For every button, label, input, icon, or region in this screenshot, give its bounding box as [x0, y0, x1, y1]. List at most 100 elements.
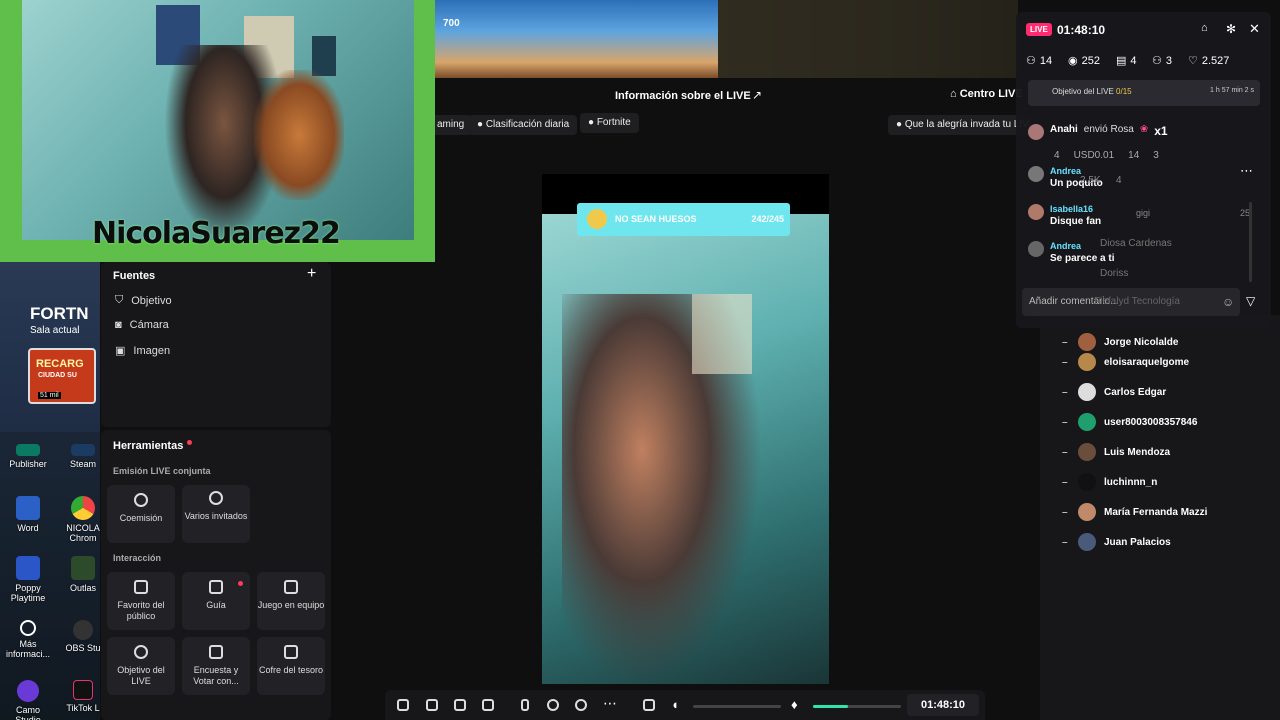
desktop-icon-poppy[interactable]: Poppy Playtime — [3, 556, 53, 603]
gift-stats: 4 USD0.01 14 3 — [1054, 150, 1159, 161]
tool-label: Varios invitados — [184, 511, 248, 521]
live-center-link[interactable]: ⌂ Centro LIVE — [950, 88, 1023, 100]
target-icon — [134, 645, 148, 659]
viewer-item[interactable]: – María Fernanda Mazzi — [1062, 503, 1207, 521]
desktop-icon-word[interactable]: Word — [3, 496, 53, 533]
dash: – — [1062, 336, 1068, 348]
viewer-item[interactable]: – eloisaraquelgome — [1062, 353, 1189, 371]
volume-slider[interactable] — [693, 705, 781, 708]
dash: – — [1062, 416, 1068, 428]
desktop-icon-more-info[interactable]: Más informaci... — [3, 620, 53, 659]
record-icon[interactable] — [547, 699, 559, 711]
source-item-imagen[interactable]: ▣ Imagen — [115, 344, 171, 358]
desktop-icon-label: Steam — [69, 459, 96, 469]
link-icon — [134, 493, 148, 507]
viewer-item[interactable]: – luchinnn_n — [1062, 473, 1157, 491]
mic-slider[interactable] — [813, 705, 901, 708]
share-icon[interactable]: ↗ — [752, 88, 762, 102]
viewer-item[interactable]: – Juan Palacios — [1062, 533, 1171, 551]
effects-icon[interactable] — [482, 699, 494, 711]
goal-label-text: Objetivo del LIVE — [1052, 87, 1114, 96]
heart-icon: ♡ — [1188, 55, 1198, 67]
more-options-icon[interactable]: ⋯ — [1240, 163, 1253, 179]
viewer-name: Carlos Edgar — [1104, 386, 1167, 398]
ai-icon[interactable] — [454, 699, 466, 711]
fortnite-room-card[interactable]: RECARG CIUDAD SU 51 mil — [28, 348, 96, 404]
tool-encuesta[interactable]: Encuesta y Votar con... — [182, 637, 250, 695]
screen-icon[interactable] — [426, 699, 438, 711]
gift-stat-users: 14 — [1128, 150, 1140, 161]
filter-icon[interactable]: ▽ — [1246, 294, 1255, 308]
avatar — [1078, 353, 1096, 371]
stat-gifts: ▤ 4 — [1116, 54, 1137, 68]
bottom-toolbar: ⋯ ◖ ♦ 01:48:10 — [385, 690, 985, 720]
users-icon: ⚇ — [1026, 55, 1036, 67]
avatar — [1078, 443, 1096, 461]
tool-coemision[interactable]: Coemisión — [107, 485, 175, 543]
phone-icon[interactable] — [521, 699, 529, 711]
team-icon — [284, 580, 298, 594]
more-icon[interactable]: ⋯ — [603, 695, 617, 712]
fortnite-subtitle: Sala actual — [30, 325, 80, 336]
camo-icon — [17, 680, 39, 702]
webcam-window: NicolaSuarez22 — [0, 0, 435, 262]
guide-icon — [209, 580, 223, 594]
stat-new-followers: ⚇ 3 — [1152, 54, 1172, 68]
comment-item[interactable]: Isabella16 Disque fan — [1028, 204, 1101, 227]
stream-preview-image — [542, 214, 829, 684]
tool-objetivo-live[interactable]: Objetivo del LIVE — [107, 637, 175, 695]
plush-toy — [254, 70, 344, 200]
avatar — [1028, 204, 1044, 220]
desktop-icon-publisher[interactable]: Publisher — [3, 444, 53, 469]
comment-input[interactable]: Añadir comentario... Fiefalyd Tecnología… — [1022, 288, 1240, 316]
viewer-doriss: Doriss — [1100, 268, 1129, 279]
chips-row: aming ● Clasificación diaria ● Fortnite … — [429, 113, 1075, 135]
microphone-icon[interactable]: ♦ — [791, 697, 798, 712]
live-info-title[interactable]: Información sobre el LIVE — [615, 90, 751, 102]
lock-icon[interactable]: ⌂ — [1201, 22, 1208, 34]
chip-alegria[interactable]: ● Que la alegría invada tu LIVE — [888, 115, 1030, 135]
gift-user: Anahi — [1050, 124, 1078, 135]
live-goal-widget[interactable]: Objetivo del LIVE 0/15 1 h 57 min 2 s — [1028, 80, 1260, 106]
tool-juego-equipo[interactable]: Juego en equipo — [257, 572, 325, 630]
chip-gaming[interactable]: aming — [429, 115, 473, 135]
mic-level — [813, 705, 848, 708]
camera-switch-icon[interactable] — [575, 699, 587, 711]
stream-timer: 01:48:10 — [907, 694, 979, 716]
live-overlay: LIVE 01:48:10 ⌂ ✻ ✕ ⚇ 14 ◉ 252 ▤ 4 ⚇ 3 ♡ 2.52… — [1016, 12, 1271, 328]
chip-daily-ranking[interactable]: ● Clasificación diaria — [469, 115, 578, 135]
source-item-label: Imagen — [133, 344, 171, 357]
tool-favorito[interactable]: Favorito del público — [107, 572, 175, 630]
settings-sliders-icon[interactable] — [643, 699, 655, 711]
tool-cofre[interactable]: Cofre del tesoro — [257, 637, 325, 695]
viewer-item[interactable]: – Jorge Nicolalde — [1062, 333, 1178, 351]
desktop-icon-label: Camo Studio — [15, 705, 41, 720]
viewer-name: Jorge Nicolalde — [1104, 336, 1179, 348]
gear-icon[interactable]: ✻ — [1226, 22, 1236, 36]
magic-icon[interactable] — [397, 699, 409, 711]
info-icon — [20, 620, 36, 636]
source-item-objetivo[interactable]: ⛉ Objetivo — [115, 294, 172, 307]
emoji-icon[interactable]: ☺ — [1222, 288, 1234, 316]
viewer-item[interactable]: – user8003008357846 — [1062, 413, 1197, 431]
viewer-item[interactable]: – Luis Mendoza — [1062, 443, 1170, 461]
viewer-item[interactable]: – Carlos Edgar — [1062, 383, 1166, 401]
poppy-icon — [16, 556, 40, 580]
comment-text: Disque fan — [1050, 216, 1102, 227]
tool-varios-invitados[interactable]: Varios invitados — [182, 485, 250, 543]
desktop-icon-camo[interactable]: Camo Studio — [3, 680, 53, 720]
viewer-name: eloisaraquelgome — [1104, 356, 1190, 368]
gift-multiplier: x1 — [1154, 124, 1168, 138]
close-icon[interactable]: ✕ — [1249, 21, 1260, 37]
speaker-icon[interactable]: ◖ — [671, 697, 679, 712]
chat-scrollbar[interactable] — [1249, 202, 1252, 282]
viewer-gigi: gigi — [1136, 208, 1151, 218]
source-item-camara[interactable]: ◙ Cámara — [115, 319, 169, 331]
stream-preview — [542, 174, 829, 684]
stat-value: 252 — [1081, 54, 1100, 67]
add-source-button[interactable]: + — [307, 265, 316, 283]
coop-section-title: Emisión LIVE conjunta — [113, 466, 211, 476]
chip-fortnite[interactable]: ● Fortnite — [580, 113, 639, 133]
goal-time: 1 h 57 min 2 s — [1210, 87, 1254, 94]
fortnite-thumbnail[interactable]: FORTN Sala actual RECARG CIUDAD SU 51 mi… — [0, 262, 100, 432]
